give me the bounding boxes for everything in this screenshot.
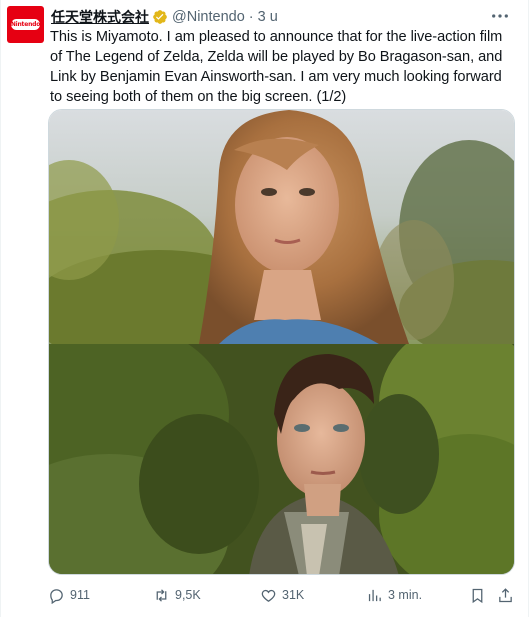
nintendo-logo: Nintendo [11, 19, 40, 30]
display-name[interactable]: 任天堂株式会社 [51, 7, 149, 27]
share-icon [499, 587, 512, 602]
repost-button[interactable]: 9,5K [153, 585, 201, 605]
bookmark-icon [472, 588, 483, 603]
photo-zelda-actress[interactable] [49, 110, 514, 344]
like-button[interactable]: 31K [260, 585, 304, 605]
share-button[interactable] [497, 585, 519, 605]
reply-count: 911 [70, 588, 90, 602]
heart-icon [261, 589, 276, 602]
more-options-button[interactable] [490, 7, 510, 25]
more-horizontal-icon [492, 14, 508, 18]
avatar-logo-text: Nintendo [10, 21, 41, 28]
reply-button[interactable]: 911 [48, 585, 90, 605]
tweet-media[interactable] [48, 109, 515, 575]
bookmark-button[interactable] [469, 585, 491, 605]
separator-dot: · [248, 9, 254, 25]
verified-badge-icon[interactable] [152, 9, 168, 25]
tweet[interactable]: Nintendo 任天堂株式会社 @Nintendo · 3 u This is… [0, 0, 529, 617]
repost-count: 9,5K [175, 588, 201, 602]
handle[interactable]: @Nintendo [172, 9, 245, 25]
tweet-header: 任天堂株式会社 @Nintendo · 3 u [51, 7, 278, 27]
like-count: 31K [282, 588, 305, 602]
action-bar: 911 9,5K 31K 3 min. [48, 585, 516, 605]
photo-link-actor[interactable] [49, 344, 514, 574]
view-count: 3 min. [388, 588, 423, 602]
avatar[interactable]: Nintendo [7, 6, 44, 43]
timestamp[interactable]: 3 u [258, 9, 278, 25]
views-button[interactable]: 3 min. [366, 585, 422, 605]
reply-icon [50, 588, 63, 604]
repost-icon [156, 588, 167, 602]
views-bar-chart-icon [368, 589, 381, 601]
tweet-text: This is Miyamoto. I am pleased to announ… [50, 29, 503, 105]
